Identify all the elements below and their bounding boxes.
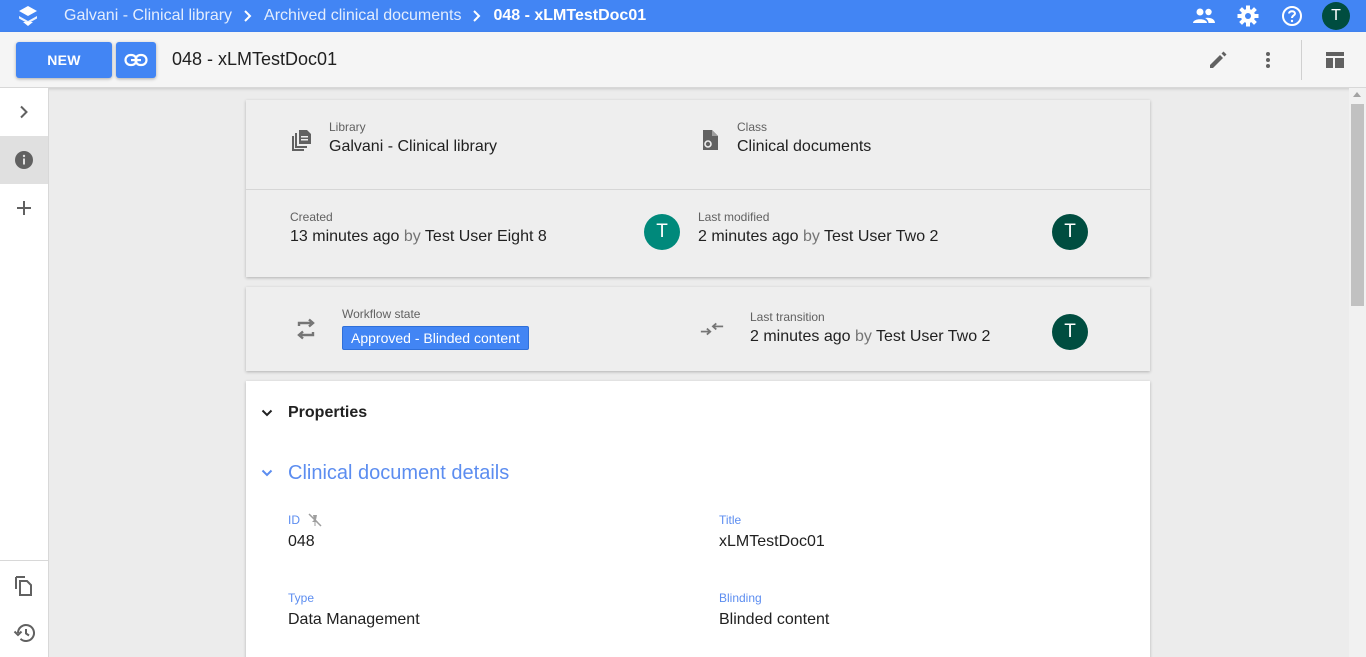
rail-bottom xyxy=(0,560,48,657)
main-content: Library Galvani - Clinical library Class… xyxy=(49,88,1349,657)
document-title: 048 - xLMTestDoc01 xyxy=(172,49,338,69)
info-icon xyxy=(14,150,34,170)
modified-field: Last modified 2 minutes ago by Test User… xyxy=(698,210,938,246)
created-label: Created xyxy=(290,210,333,224)
history-button[interactable] xyxy=(0,609,48,657)
id-value: 048 xyxy=(288,533,315,550)
library-field: Library Galvani - Clinical library xyxy=(329,120,497,156)
breadcrumb: Galvani - Clinical library Archived clin… xyxy=(56,0,654,32)
breadcrumb-library[interactable]: Galvani - Clinical library xyxy=(56,7,240,25)
transition-by-word: by xyxy=(854,328,872,345)
chevron-down-icon xyxy=(246,401,288,425)
modified-by-avatar[interactable]: T xyxy=(1052,214,1088,250)
toolbar-actions xyxy=(1193,32,1366,88)
type-value: Data Management xyxy=(288,611,420,628)
section-header[interactable]: Clinical document details xyxy=(246,457,1150,489)
settings-icon[interactable] xyxy=(1226,0,1270,32)
created-by-avatar[interactable]: T xyxy=(644,214,680,250)
edit-icon[interactable] xyxy=(1193,32,1243,88)
pin-off-icon xyxy=(308,513,322,527)
blinding-field: Blinding Blinded content xyxy=(719,591,829,629)
info-panel-button[interactable] xyxy=(0,136,48,184)
expand-rail-button[interactable] xyxy=(0,88,48,136)
chevron-right-icon xyxy=(469,8,485,24)
created-time: 13 minutes ago xyxy=(290,228,400,245)
breadcrumb-folder[interactable]: Archived clinical documents xyxy=(256,7,469,25)
scrollbar-thumb[interactable] xyxy=(1351,104,1364,306)
top-actions: T xyxy=(1182,0,1366,32)
people-icon[interactable] xyxy=(1182,0,1226,32)
modified-by-word: by xyxy=(802,228,820,245)
last-transition-label: Last transition xyxy=(750,310,825,324)
workflow-state-field: Workflow state Approved - Blinded conten… xyxy=(342,307,529,350)
user-avatar[interactable]: T xyxy=(1322,2,1350,30)
class-label: Class xyxy=(737,120,768,134)
chevron-down-icon xyxy=(246,461,288,485)
scroll-up-arrow-icon[interactable] xyxy=(1353,92,1361,97)
toolbar-divider xyxy=(1301,40,1302,80)
id-label: ID xyxy=(288,513,300,527)
section-title: Clinical document details xyxy=(288,461,510,484)
type-field: Type Data Management xyxy=(288,591,420,629)
modified-label: Last modified xyxy=(698,210,770,224)
class-value: Clinical documents xyxy=(737,138,872,155)
workflow-cycle-icon xyxy=(294,317,318,341)
created-by-user[interactable]: Test User Eight 8 xyxy=(425,228,547,245)
blinding-value: Blinded content xyxy=(719,611,830,628)
vertical-scrollbar[interactable] xyxy=(1349,88,1366,657)
document-toolbar: NEW 048 - xLMTestDoc01 xyxy=(0,32,1366,88)
chevron-right-icon xyxy=(240,8,256,24)
copy-icon xyxy=(14,574,34,596)
title-label: Title xyxy=(719,513,742,527)
id-field: ID 048 xyxy=(288,513,322,551)
more-vert-icon[interactable] xyxy=(1243,32,1293,88)
title-field: Title xLMTestDoc01 xyxy=(719,513,825,551)
layout-panel-icon[interactable] xyxy=(1310,32,1360,88)
library-label: Library xyxy=(329,120,366,134)
left-rail xyxy=(0,88,49,657)
title-value: xLMTestDoc01 xyxy=(719,533,825,550)
transition-by-avatar[interactable]: T xyxy=(1052,314,1088,350)
transition-by-user[interactable]: Test User Two 2 xyxy=(876,328,990,345)
library-icon xyxy=(290,128,314,152)
properties-card: Properties Clinical document details ID … xyxy=(246,381,1150,657)
copy-button[interactable] xyxy=(0,561,48,609)
workflow-state-label: Workflow state xyxy=(342,307,421,321)
created-field: Created 13 minutes ago by Test User Eigh… xyxy=(290,210,547,246)
link-button[interactable] xyxy=(116,41,156,78)
workflow-state-badge[interactable]: Approved - Blinded content xyxy=(342,326,529,350)
blinding-label: Blinding xyxy=(719,591,762,605)
properties-header[interactable]: Properties xyxy=(246,381,1150,445)
created-value: 13 minutes ago by Test User Eight 8 xyxy=(290,228,547,246)
info-row-dates: Created 13 minutes ago by Test User Eigh… xyxy=(246,189,1150,277)
top-bar: Galvani - Clinical library Archived clin… xyxy=(0,0,1366,32)
workflow-card: Workflow state Approved - Blinded conten… xyxy=(246,287,1150,371)
breadcrumb-current: 048 - xLMTestDoc01 xyxy=(493,7,647,24)
history-icon xyxy=(13,623,35,643)
properties-title: Properties xyxy=(288,404,368,421)
new-button[interactable]: NEW xyxy=(16,41,112,78)
modified-by-user[interactable]: Test User Two 2 xyxy=(824,228,938,245)
transition-time: 2 minutes ago xyxy=(750,328,851,345)
type-label: Type xyxy=(288,591,315,605)
app-logo-icon[interactable] xyxy=(0,0,56,32)
plus-icon xyxy=(16,200,32,216)
help-icon[interactable] xyxy=(1270,0,1314,32)
add-button[interactable] xyxy=(0,184,48,232)
class-field: Class Clinical documents xyxy=(737,120,871,156)
last-transition-field: Last transition 2 minutes ago by Test Us… xyxy=(750,310,990,346)
library-value: Galvani - Clinical library xyxy=(329,138,498,155)
info-row-library: Library Galvani - Clinical library Class… xyxy=(246,100,1150,188)
class-icon xyxy=(698,128,722,152)
modified-value: 2 minutes ago by Test User Two 2 xyxy=(698,228,938,246)
last-transition-value: 2 minutes ago by Test User Two 2 xyxy=(750,328,990,346)
modified-time: 2 minutes ago xyxy=(698,228,799,245)
document-info-card: Library Galvani - Clinical library Class… xyxy=(246,100,1150,277)
created-by-word: by xyxy=(403,228,421,245)
transition-arrows-icon xyxy=(700,317,724,341)
link-icon xyxy=(124,53,148,67)
chevron-right-icon xyxy=(19,105,29,119)
